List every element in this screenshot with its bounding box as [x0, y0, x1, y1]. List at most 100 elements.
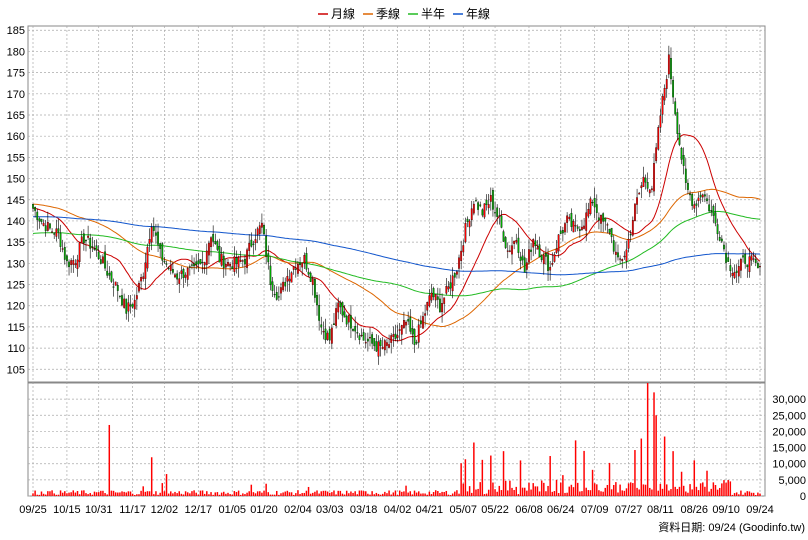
volume-bar [331, 492, 333, 496]
volume-bar [744, 492, 746, 496]
volume-bar [155, 491, 157, 496]
volume-bar [76, 491, 79, 496]
volume-bar [341, 493, 344, 496]
candle-body [617, 252, 619, 258]
candle-body [381, 346, 384, 349]
volume-bar [636, 487, 638, 496]
volume-bar [348, 493, 350, 496]
volume-bar [244, 494, 246, 496]
candle-body [684, 168, 687, 183]
volume-bar [227, 492, 229, 496]
candle-body [600, 215, 602, 224]
volume-bar [83, 490, 85, 496]
volume-bar [428, 491, 431, 496]
volume-bar [555, 479, 558, 496]
volume-bar [157, 494, 159, 496]
volume-bar [424, 493, 426, 496]
volume-bar [47, 491, 49, 496]
candle-body [159, 243, 162, 249]
candle-body [449, 282, 452, 289]
candle-body [186, 268, 189, 280]
volume-bar [420, 493, 422, 496]
volume-tick-label: 20,000 [772, 426, 806, 438]
volume-bar [574, 440, 577, 496]
candle-body [583, 225, 585, 229]
candle-body [216, 241, 219, 250]
volume-bar [583, 450, 585, 496]
candle-body [373, 338, 376, 347]
candle-body [509, 250, 511, 252]
volume-bar [352, 492, 354, 496]
volume-bar [507, 490, 509, 496]
candle-body [246, 249, 248, 268]
candle-body [345, 315, 348, 325]
volume-bar [193, 490, 195, 496]
candle-body [704, 194, 706, 197]
candle-body [585, 212, 588, 231]
volume-bar [617, 492, 619, 496]
volume-bar [365, 491, 367, 496]
volume-bar [604, 487, 607, 496]
candle-body [657, 127, 660, 150]
volume-bar [460, 463, 462, 496]
candle-body [63, 247, 66, 260]
volume-bar [303, 492, 306, 496]
price-axis-labels: 105 110 115 120 125 130 135 140 145 150 155 160 165 1… [7, 25, 25, 376]
volume-bar [526, 490, 528, 496]
candle-body [343, 311, 346, 318]
volume-bar [44, 494, 47, 496]
candle-body [564, 223, 566, 233]
candle-body [593, 198, 596, 208]
candle-body [485, 199, 488, 205]
volume-bar [220, 492, 223, 496]
volume-bar [746, 491, 749, 496]
candle-body [542, 254, 545, 265]
candle-body [466, 218, 469, 222]
candle-body [214, 240, 217, 245]
candle-body [138, 282, 140, 292]
volume-bar [517, 494, 520, 496]
candle-body [218, 246, 221, 263]
candle-body [314, 279, 316, 298]
volume-bar [161, 483, 164, 496]
candle-body [419, 320, 422, 325]
volume-bar [246, 492, 248, 496]
volume-bar [674, 486, 676, 496]
candle-body [66, 255, 68, 262]
volume-bar [693, 460, 696, 496]
volume-bar [106, 494, 108, 496]
candle-body [193, 263, 195, 267]
legend-label-4: 年線 [466, 6, 490, 21]
volume-bar [485, 493, 488, 496]
candle-body [693, 204, 696, 209]
volume-bar [252, 492, 255, 496]
candle-body [131, 303, 134, 308]
candle-body [735, 270, 738, 273]
volume-bar [271, 494, 274, 496]
volume-bar [40, 491, 43, 496]
volume-bar [288, 492, 291, 496]
candle-body [462, 245, 465, 253]
candle-body [511, 245, 513, 255]
volume-bar [443, 492, 445, 496]
candle-body [288, 278, 291, 282]
candle-body [322, 331, 325, 333]
candle-body [629, 234, 632, 236]
candle-body [254, 239, 257, 244]
candle-body [430, 292, 433, 301]
date-tick-label: 12/02 [151, 504, 179, 516]
candle-body [731, 273, 734, 276]
candle-body [383, 340, 386, 351]
volume-bar [682, 485, 685, 496]
volume-bar [547, 485, 549, 496]
volume-bar [742, 494, 744, 496]
volume-bar [528, 482, 530, 496]
candle-body [589, 198, 592, 215]
date-tick-label: 04/02 [384, 504, 412, 516]
volume-bar [278, 494, 280, 496]
candle-body [405, 321, 407, 326]
volume-bar [307, 486, 310, 496]
volume-bar [593, 483, 596, 496]
volume-bar [487, 489, 490, 496]
volume-bar [176, 493, 178, 496]
